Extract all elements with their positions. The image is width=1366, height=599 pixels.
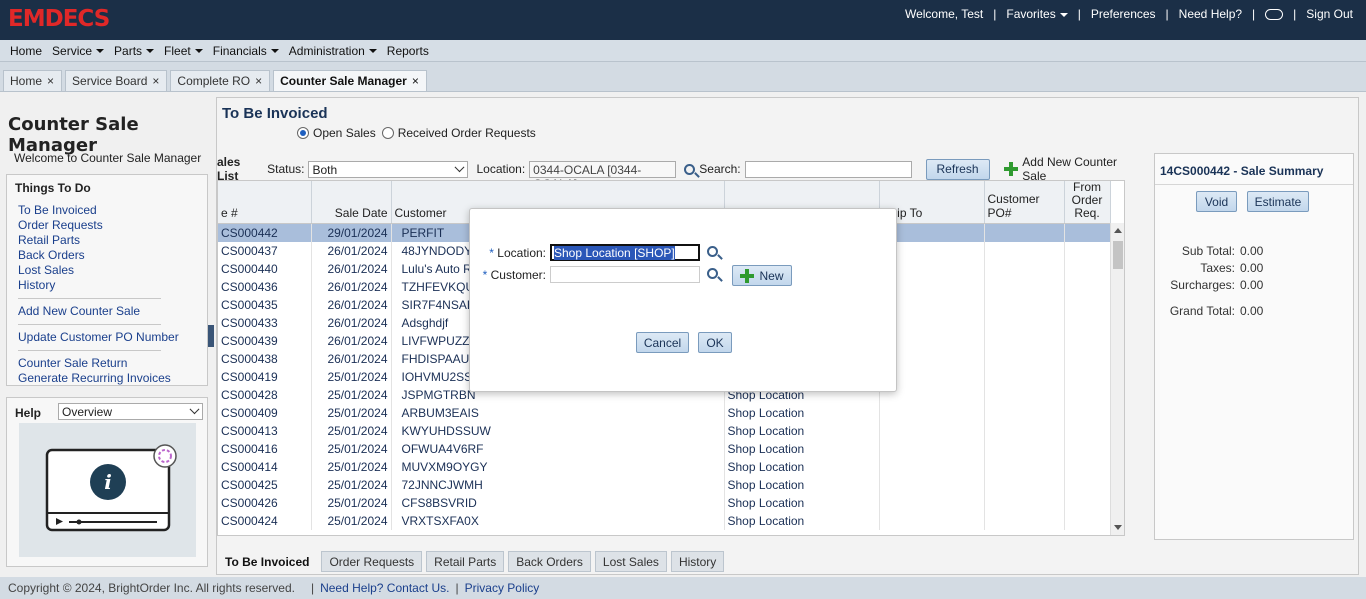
new-counter-sale-dialog: * Location: Shop Location [SHOP] * Custo…: [469, 208, 897, 392]
location-search-icon[interactable]: [707, 246, 718, 257]
new-customer-button[interactable]: New: [732, 265, 792, 286]
cancel-button[interactable]: Cancel: [636, 332, 689, 353]
modal-overlay: * Location: Shop Location [SHOP] * Custo…: [0, 0, 1366, 599]
customer-label: * Customer:: [482, 268, 546, 282]
ok-button[interactable]: OK: [698, 332, 732, 353]
add-icon: [740, 268, 755, 283]
location-label: * Location:: [489, 246, 546, 260]
location-input[interactable]: Shop Location [SHOP]: [550, 244, 700, 261]
customer-input[interactable]: [550, 266, 700, 283]
customer-search-icon[interactable]: [707, 268, 718, 279]
